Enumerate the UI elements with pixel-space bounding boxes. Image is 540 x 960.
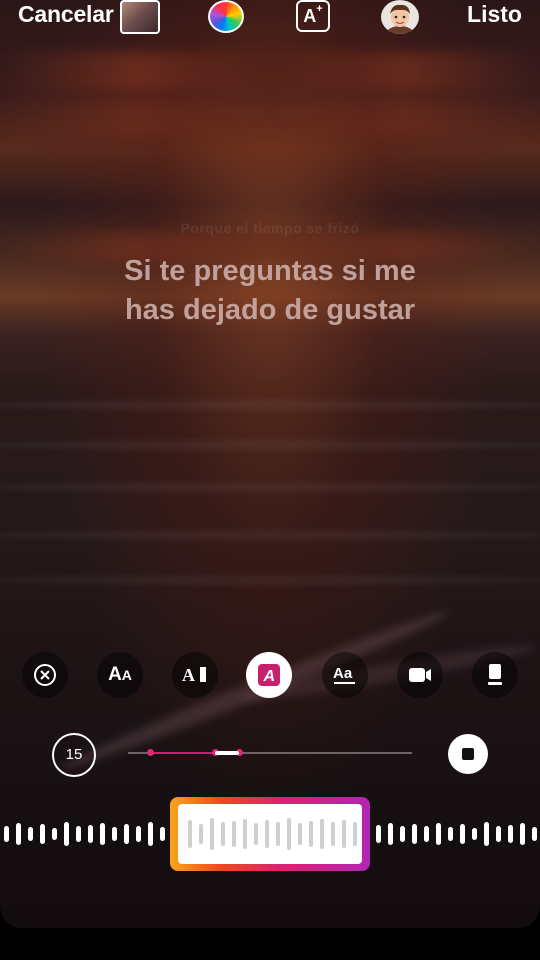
device-button[interactable] <box>472 652 518 698</box>
waveform-bar <box>28 827 33 841</box>
waveform-bar <box>16 823 21 845</box>
waveform-bar <box>88 825 93 843</box>
avatar-sticker-icon[interactable] <box>381 0 419 34</box>
waveform-bar <box>276 822 280 846</box>
cloud-band <box>0 96 540 136</box>
selected-waveform <box>178 804 362 864</box>
top-bar: Cancelar A+ Listo <box>0 0 540 34</box>
waveform-bar <box>448 827 453 841</box>
cloud-band <box>0 52 540 92</box>
sea-wave <box>0 400 540 410</box>
waveform-bar <box>484 822 489 846</box>
waveform-bar <box>52 828 57 840</box>
text-style-icon: A <box>258 664 280 686</box>
stop-button[interactable] <box>448 734 488 774</box>
current-lyric-text: Si te preguntas si me has dejado de gust… <box>124 255 416 326</box>
remove-lyrics-button[interactable] <box>22 652 68 698</box>
waveform-bar <box>460 824 465 844</box>
waveform-bar <box>112 827 117 841</box>
waveform-bar <box>496 826 501 842</box>
waveform-bar <box>309 821 313 847</box>
text-align-button[interactable]: A <box>172 652 218 698</box>
sea-wave <box>0 440 540 450</box>
video-icon <box>409 668 431 682</box>
text-style-button[interactable]: A <box>246 652 292 698</box>
clip-selector-frame[interactable] <box>170 797 370 871</box>
remove-icon <box>34 664 56 686</box>
text-align-icon: A <box>182 665 206 685</box>
svg-text:Aa: Aa <box>333 665 353 682</box>
sea-wave <box>0 482 540 492</box>
waveform-bar <box>436 823 441 845</box>
waveform-bar <box>100 823 105 845</box>
text-size-icon: AA <box>108 664 132 685</box>
waveform-bar <box>40 824 45 844</box>
waveform-bar <box>148 822 153 846</box>
text-size-button[interactable]: AA <box>97 652 143 698</box>
waveform-bar <box>320 819 324 849</box>
waveform-bar <box>376 825 381 843</box>
color-wheel-icon[interactable] <box>208 0 244 33</box>
waveform-bar <box>331 822 335 846</box>
device-icon <box>488 664 502 685</box>
svg-text:A: A <box>263 668 276 685</box>
waveform-bar <box>508 825 513 843</box>
playhead <box>215 751 239 755</box>
current-lyric-line[interactable]: Si te preguntas si me has dejado de gust… <box>0 252 540 330</box>
waveform-bar <box>424 826 429 842</box>
waveform-bar <box>472 828 477 840</box>
waveform-bar <box>199 824 203 844</box>
segment-start-handle[interactable] <box>147 749 154 756</box>
waveform-bar <box>64 822 69 846</box>
waveform-bar <box>412 824 417 844</box>
waveform-bar <box>188 820 192 848</box>
waveform-bar <box>76 826 81 842</box>
sea-wave <box>0 530 540 540</box>
waveform-bar <box>254 823 258 845</box>
svg-text:A: A <box>182 665 195 685</box>
waveform-bar <box>342 820 346 848</box>
sea-wave <box>0 575 540 585</box>
story-thumbnail[interactable] <box>120 0 160 34</box>
waveform-bar <box>136 826 141 842</box>
video-button[interactable] <box>397 652 443 698</box>
done-button[interactable]: Listo <box>467 1 522 28</box>
previous-lyric-line: Porque el tiempo se frizó <box>180 220 360 236</box>
waveform-bar <box>287 818 291 850</box>
waveform-bar <box>4 826 9 842</box>
waveform-bar <box>400 826 405 842</box>
waveform-bar <box>353 822 357 846</box>
font-style-icon: Aa <box>333 665 355 684</box>
ai-text-icon[interactable]: A+ <box>296 0 330 32</box>
font-style-button[interactable]: Aa <box>322 652 368 698</box>
waveform-bar <box>298 823 302 845</box>
camera-preview <box>0 0 540 928</box>
waveform-bar <box>243 819 247 849</box>
stop-icon <box>462 748 474 760</box>
waveform-bar <box>232 821 236 847</box>
waveform-bar <box>265 820 269 848</box>
waveform-bar <box>532 827 537 841</box>
cancel-button[interactable]: Cancelar <box>18 1 114 28</box>
waveform-bar <box>520 823 525 845</box>
waveform-bar <box>210 818 214 850</box>
waveform-bar <box>388 823 393 845</box>
duration-button[interactable]: 15 <box>52 733 96 777</box>
waveform-bar <box>160 827 165 841</box>
waveform-bar <box>221 822 225 846</box>
waveform-bar <box>124 824 129 844</box>
